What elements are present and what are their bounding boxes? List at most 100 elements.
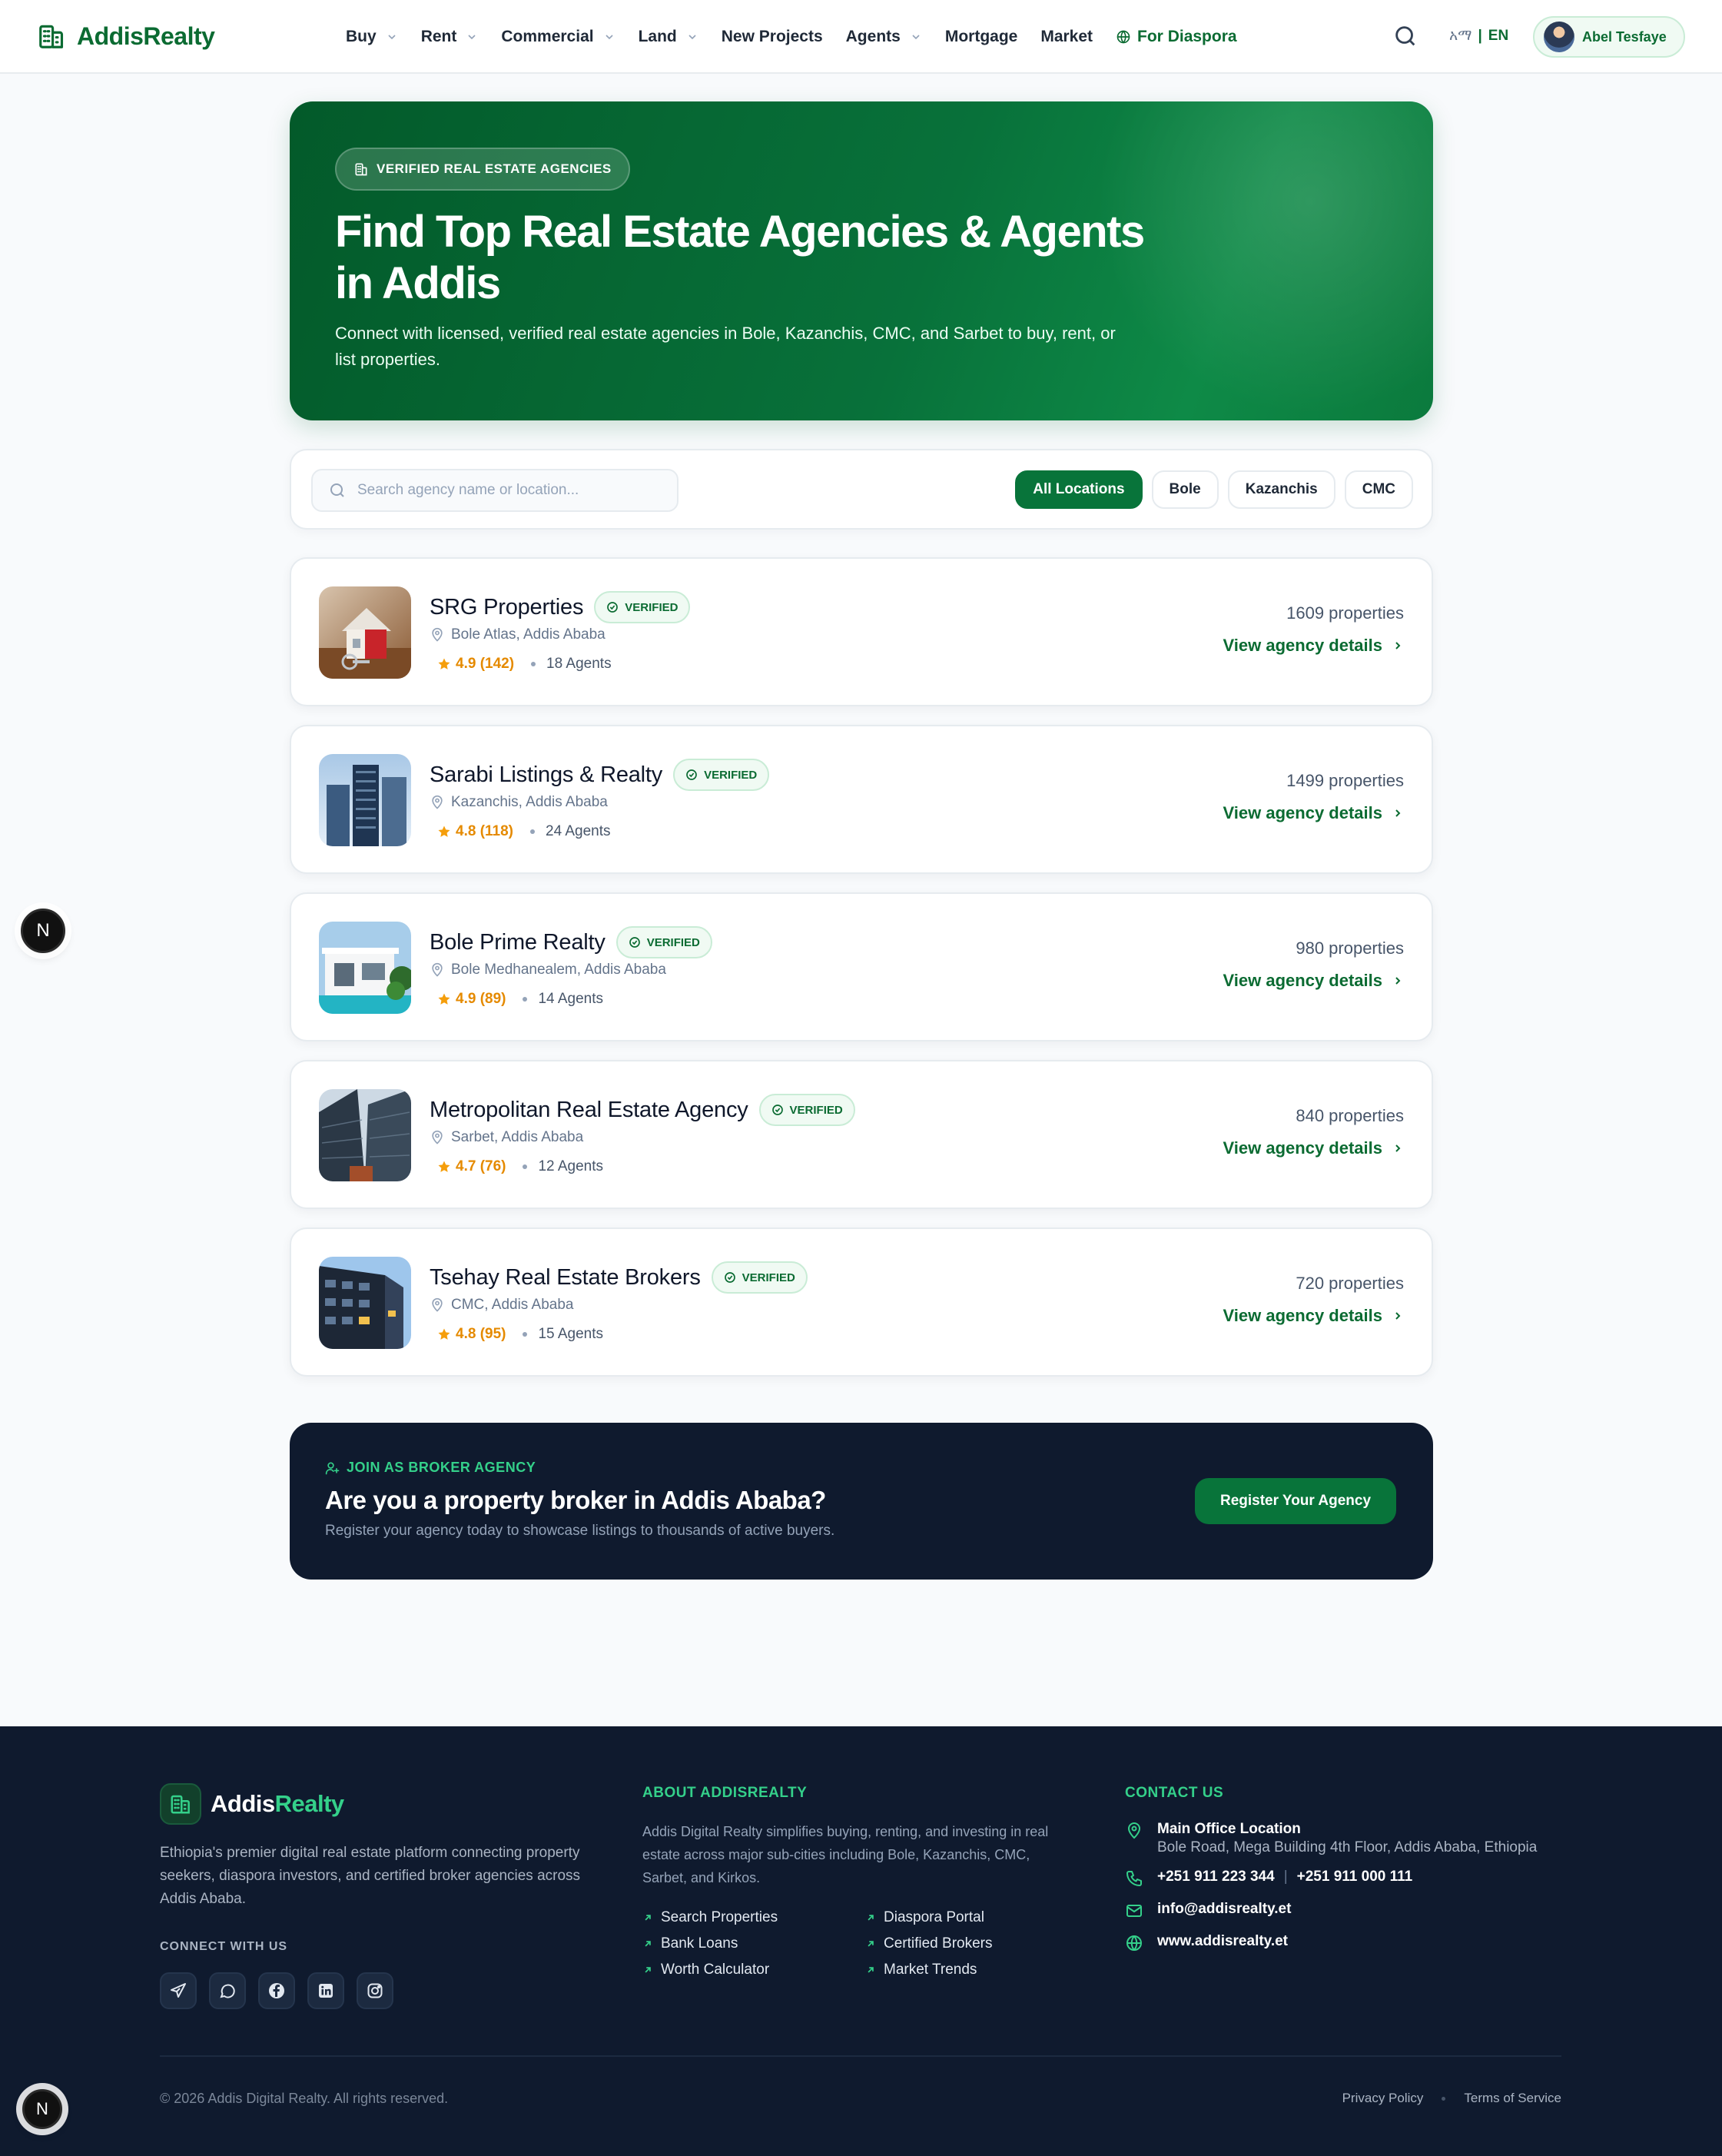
footer-link-worth-calculator[interactable]: Worth Calculator (642, 1962, 865, 1978)
nav-commercial[interactable]: Commercial (501, 28, 615, 46)
user-plus-icon (325, 1462, 340, 1474)
agency-rating: 4.9 (142) (456, 656, 515, 672)
chat-link[interactable] (209, 1972, 246, 2009)
page-title: Find Top Real Estate Agencies & Agents i… (335, 207, 1145, 308)
floating-n-badge[interactable]: N (21, 909, 65, 953)
star-icon (438, 826, 450, 837)
chip-cmc[interactable]: CMC (1344, 470, 1413, 509)
email-link[interactable]: info@addisrealty.et (1157, 1900, 1291, 1918)
lang-english[interactable]: EN (1488, 28, 1508, 45)
phone-primary[interactable]: +251 911 223 344 (1157, 1869, 1275, 1885)
telegram-link[interactable] (160, 1972, 197, 2009)
star-icon (438, 1161, 450, 1172)
chat-icon (220, 1984, 235, 1998)
nav-label: Market (1040, 28, 1093, 45)
chevron-down-icon (388, 35, 396, 40)
chevron-right-icon (1395, 642, 1401, 649)
nav-label: Mortgage (944, 28, 1018, 45)
footer-brand-name: AddisRealty (211, 1790, 344, 1818)
footer-link-certified-brokers[interactable]: Certified Brokers (865, 1935, 1088, 1952)
lang-amharic[interactable]: አማ (1449, 28, 1471, 45)
view-agency-details-link[interactable]: View agency details (1223, 636, 1404, 656)
towers-image (319, 1089, 411, 1181)
agency-name[interactable]: Bole Prime Realty (430, 930, 606, 955)
nav-mortgage[interactable]: Mortgage (945, 28, 1018, 46)
meta-separator (523, 1164, 528, 1169)
chip-kazanchis[interactable]: Kazanchis (1227, 470, 1335, 509)
agency-card[interactable]: Bole Prime Realty VERIFIED Bole Medhanea… (290, 892, 1433, 1041)
copyright: © 2026 Addis Digital Realty. All rights … (160, 2091, 449, 2106)
linkedin-link[interactable] (307, 1972, 344, 2009)
map-pin-icon (432, 1297, 443, 1312)
verified-badge: VERIFIED (615, 926, 712, 958)
nav-label: Land (638, 28, 677, 45)
footer-link-search-properties[interactable]: Search Properties (642, 1909, 865, 1926)
view-agency-details-link[interactable]: View agency details (1223, 1138, 1404, 1158)
nav-new-projects[interactable]: New Projects (722, 28, 823, 46)
agency-location: Kazanchis, Addis Ababa (430, 794, 608, 811)
agency-title-row: Bole Prime Realty VERIFIED (430, 926, 712, 958)
view-agency-details-link[interactable]: View agency details (1223, 1306, 1404, 1326)
search-box[interactable] (311, 469, 679, 512)
footer-divider (160, 2055, 1561, 2057)
chevron-down-icon (605, 35, 613, 40)
search-input[interactable] (357, 482, 665, 499)
verified-badge: VERIFIED (673, 759, 770, 791)
nav-label: Rent (420, 28, 457, 45)
check-circle-icon (629, 937, 640, 948)
agency-card[interactable]: SRG Properties VERIFIED Bole Atlas, Addi… (290, 557, 1433, 706)
view-agency-details-link[interactable]: View agency details (1223, 803, 1404, 823)
agency-name[interactable]: Metropolitan Real Estate Agency (430, 1098, 748, 1123)
language-switcher[interactable]: አማ | EN (1449, 28, 1508, 45)
social-links (160, 1972, 393, 2009)
nav-buy[interactable]: Buy (346, 28, 398, 46)
villa-image (319, 922, 411, 1014)
footer-link-diaspora-portal[interactable]: Diaspora Portal (865, 1909, 1088, 1926)
website-link[interactable]: www.addisrealty.et (1157, 1932, 1288, 1951)
view-agency-details-link[interactable]: View agency details (1223, 971, 1404, 991)
location-text: Bole Atlas, Addis Ababa (451, 626, 606, 643)
terms-of-service-link[interactable]: Terms of Service (1464, 2091, 1561, 2106)
nav-market[interactable]: Market (1040, 28, 1093, 46)
instagram-link[interactable] (357, 1972, 393, 2009)
user-menu[interactable]: Abel Tesfaye (1533, 16, 1685, 58)
map-pin-icon (1127, 1822, 1141, 1839)
link-label: Worth Calculator (661, 1962, 770, 1978)
phone-secondary[interactable]: +251 911 000 111 (1297, 1869, 1413, 1885)
privacy-policy-link[interactable]: Privacy Policy (1342, 2091, 1424, 2106)
chip-all-locations[interactable]: All Locations (1015, 470, 1143, 509)
footer-logo[interactable]: AddisRealty (160, 1783, 344, 1825)
footer-link-market-trends[interactable]: Market Trends (865, 1962, 1088, 1978)
agency-name[interactable]: Tsehay Real Estate Brokers (430, 1265, 701, 1291)
chevron-right-icon (1395, 809, 1401, 817)
nav-land[interactable]: Land (639, 28, 698, 46)
nav-agents[interactable]: Agents (846, 28, 922, 46)
chevron-right-icon (1395, 1312, 1401, 1320)
agency-title-row: Metropolitan Real Estate Agency VERIFIED (430, 1094, 855, 1126)
search-icon[interactable] (1392, 23, 1418, 49)
agency-meta: 4.7 (76) 12 Agents (437, 1158, 603, 1175)
agency-card[interactable]: Sarabi Listings & Realty VERIFIED Kazanc… (290, 725, 1433, 874)
contact-office: Main Office Location Bole Road, Mega Buil… (1125, 1820, 1537, 1857)
brand-logo[interactable]: AddisRealty (37, 22, 215, 51)
arrow-up-right-icon (645, 1941, 651, 1947)
register-agency-button[interactable]: Register Your Agency (1195, 1478, 1396, 1524)
floating-n-badge-bottom[interactable]: N (22, 2089, 62, 2129)
agency-card[interactable]: Tsehay Real Estate Brokers VERIFIED CMC,… (290, 1227, 1433, 1377)
nav-rent[interactable]: Rent (421, 28, 479, 46)
hero-banner: VERIFIED REAL ESTATE AGENCIES Find Top R… (290, 101, 1433, 420)
facebook-link[interactable] (258, 1972, 295, 2009)
chevron-right-icon (1395, 977, 1401, 985)
chip-bole[interactable]: Bole (1151, 470, 1219, 509)
agency-card[interactable]: Metropolitan Real Estate Agency VERIFIED… (290, 1060, 1433, 1209)
footer-link-bank-loans[interactable]: Bank Loans (642, 1935, 865, 1952)
nav-label: Buy (346, 28, 377, 45)
meta-separator (530, 829, 535, 834)
agency-meta: 4.9 (142) 18 Agents (437, 656, 612, 673)
agency-thumbnail (319, 1257, 411, 1349)
agency-rating: 4.7 (76) (456, 1158, 506, 1174)
nav-for-diaspora[interactable]: For Diaspora (1116, 28, 1237, 46)
building-logo-icon (39, 25, 64, 48)
agency-name[interactable]: Sarabi Listings & Realty (430, 762, 662, 788)
agency-name[interactable]: SRG Properties (430, 595, 583, 620)
